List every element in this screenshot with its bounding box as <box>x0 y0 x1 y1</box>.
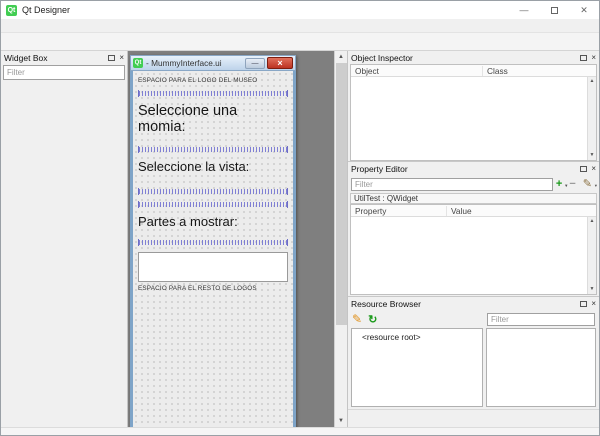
horizontal-spacer[interactable] <box>138 239 288 246</box>
property-editor-title: Property Editor <box>351 164 580 174</box>
toolbar <box>1 33 599 51</box>
window-title: Qt Designer <box>22 5 509 15</box>
form-titlebar[interactable]: Qt - MummyInterface.ui — × <box>130 55 296 71</box>
form-minimize-icon[interactable]: — <box>245 58 265 69</box>
horizontal-spacer[interactable] <box>138 188 288 195</box>
widget-box-filter-wrap <box>1 64 127 82</box>
select-view-heading: Seleccione la vista: <box>138 159 288 174</box>
form-window[interactable]: Qt - MummyInterface.ui — × ESPACIO PARA … <box>130 55 296 427</box>
object-inspector-table: Object Class ▲ ▼ <box>350 64 597 161</box>
resource-tree[interactable]: <resource root> <box>351 328 483 407</box>
horizontal-spacer[interactable] <box>138 201 288 208</box>
property-editor-toolbar: + − ✎ <box>348 175 599 193</box>
column-property[interactable]: Property <box>351 206 447 216</box>
property-editor-selection: UtilTest : QWidget <box>350 193 597 204</box>
widget-box-filter-input[interactable] <box>3 65 125 80</box>
scroll-down-icon[interactable]: ▼ <box>338 415 344 427</box>
column-value[interactable]: Value <box>447 206 596 216</box>
resource-filter-input[interactable] <box>487 313 595 326</box>
horizontal-spacer[interactable] <box>138 90 288 97</box>
float-panel-icon[interactable] <box>580 166 587 172</box>
widget-box-title: Widget Box <box>4 53 108 63</box>
resource-root-item[interactable]: <resource root> <box>362 332 421 342</box>
explanatory-text-edit[interactable] <box>138 252 288 282</box>
titlebar: Qt Qt Designer — ✕ <box>1 1 599 19</box>
scroll-up-icon[interactable]: ▲ <box>590 77 595 86</box>
horizontal-spacer[interactable] <box>138 146 288 153</box>
add-dynamic-property-icon[interactable]: + <box>556 179 566 190</box>
menubar <box>1 19 599 33</box>
select-mummy-heading: Seleccione una momia: <box>138 103 288 135</box>
scroll-down-icon[interactable]: ▼ <box>590 151 595 160</box>
resource-browser-title: Resource Browser <box>351 299 580 309</box>
scroll-up-icon[interactable]: ▲ <box>338 51 344 63</box>
column-object[interactable]: Object <box>351 66 483 76</box>
object-inspector-header: Object Inspector × <box>348 51 599 64</box>
mdi-vertical-scrollbar[interactable]: ▲ ▼ <box>334 51 347 427</box>
column-class[interactable]: Class <box>483 66 596 76</box>
widget-box-header: Widget Box × <box>1 51 127 64</box>
widget-box-list <box>1 82 127 427</box>
object-inspector-scrollbar[interactable]: ▲ ▼ <box>587 77 596 160</box>
property-filter-input[interactable] <box>351 178 553 191</box>
close-panel-icon[interactable]: × <box>119 55 124 61</box>
object-inspector-panel: Object Inspector × Object Class ▲ ▼ <box>348 51 599 161</box>
remove-dynamic-property-icon[interactable]: − <box>569 179 579 190</box>
form-canvas[interactable]: ESPACIO PARA EL LOGO DEL MUSEO Seleccion… <box>133 71 293 427</box>
minimize-icon[interactable]: — <box>509 1 539 19</box>
scroll-up-icon[interactable]: ▲ <box>590 217 595 226</box>
object-inspector-title: Object Inspector <box>351 53 580 63</box>
statusbar <box>1 427 599 435</box>
reload-resources-icon[interactable]: ↻ <box>368 313 377 326</box>
configure-property-editor-icon[interactable]: ✎ <box>583 179 596 190</box>
close-panel-icon[interactable]: × <box>591 55 596 61</box>
property-editor-table: Property Value ▲ ▼ <box>350 204 597 295</box>
main-area: Widget Box × Qt - MummyInterface.ui — × … <box>1 51 599 427</box>
right-dock-area: Object Inspector × Object Class ▲ ▼ <box>347 51 599 427</box>
maximize-icon[interactable] <box>539 1 569 19</box>
window-controls: — ✕ <box>509 1 599 19</box>
property-editor-header: Property Editor × <box>348 162 599 175</box>
edit-resources-icon[interactable]: ✎ <box>352 312 362 326</box>
mdi-area: Qt - MummyInterface.ui — × ESPACIO PARA … <box>128 51 347 427</box>
bottom-dock-tabs <box>348 409 599 427</box>
close-icon[interactable]: ✕ <box>569 1 599 19</box>
logo-space-label: ESPACIO PARA EL LOGO DEL MUSEO <box>138 77 288 84</box>
form-title: - MummyInterface.ui <box>146 58 245 68</box>
qt-designer-window: Qt Qt Designer — ✕ Widget Box × <box>0 0 600 436</box>
logos-space-label: ESPACIO PARA EL RESTO DE LOGOS <box>138 285 288 292</box>
resource-browser-header: Resource Browser × <box>348 297 599 310</box>
app-icon: Qt <box>6 5 17 16</box>
resource-browser-toolbar: ✎ ↻ <box>348 310 599 328</box>
resource-browser-body: <resource root> <box>351 328 596 407</box>
object-inspector-columns: Object Class <box>351 65 596 77</box>
property-editor-scrollbar[interactable]: ▲ ▼ <box>587 217 596 294</box>
scrollbar-thumb[interactable] <box>336 63 347 325</box>
close-panel-icon[interactable]: × <box>591 301 596 307</box>
form-close-icon[interactable]: × <box>267 57 293 69</box>
float-panel-icon[interactable] <box>580 55 587 61</box>
float-panel-icon[interactable] <box>580 301 587 307</box>
property-editor-panel: Property Editor × + − ✎ UtilTest : QWidg… <box>348 161 599 296</box>
scroll-down-icon[interactable]: ▼ <box>590 285 595 294</box>
close-panel-icon[interactable]: × <box>591 166 596 172</box>
resource-preview-pane[interactable] <box>486 328 596 407</box>
widget-box-panel: Widget Box × <box>1 51 128 427</box>
resource-browser-panel: Resource Browser × ✎ ↻ <resource root> <box>348 296 599 427</box>
float-panel-icon[interactable] <box>108 55 115 61</box>
parts-heading: Partes a mostrar: <box>138 214 288 229</box>
form-icon: Qt <box>133 58 143 68</box>
property-editor-columns: Property Value <box>351 205 596 217</box>
